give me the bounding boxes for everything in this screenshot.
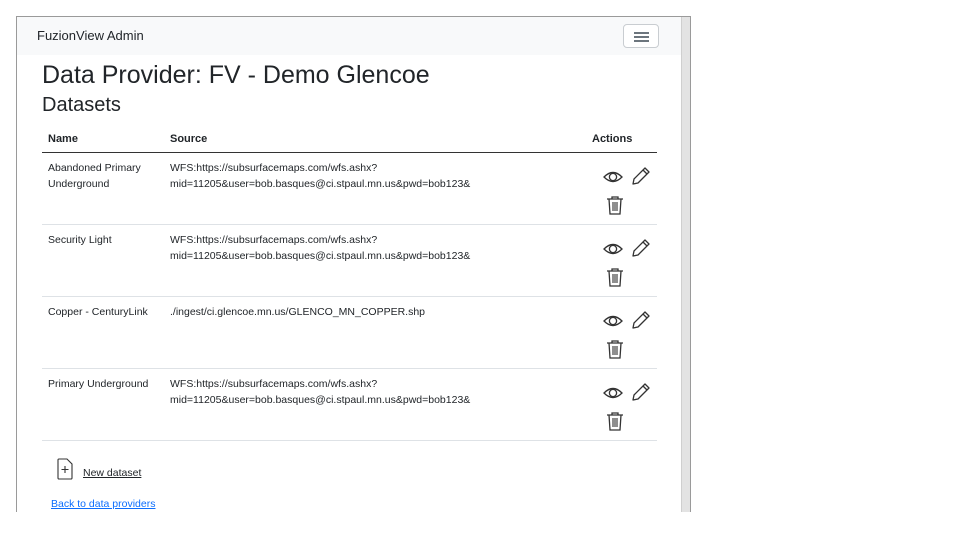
delete-trash-icon[interactable]	[604, 338, 626, 360]
delete-trash-icon[interactable]	[604, 194, 626, 216]
section-heading-datasets: Datasets	[42, 94, 121, 116]
edit-pencil-icon[interactable]	[630, 237, 652, 259]
table-row: Copper - CenturyLink ./ingest/ci.glencoe.…	[42, 296, 657, 369]
dataset-source: WFS:https://subsurfacemaps.com/wfs.ashx?…	[164, 152, 586, 225]
dataset-source: ./ingest/ci.glencoe.mn.us/GLENCO_MN_COPP…	[164, 296, 586, 369]
dataset-source: WFS:https://subsurfacemaps.com/wfs.ashx?…	[164, 224, 586, 297]
dataset-name: Copper - CenturyLink	[42, 296, 164, 369]
dataset-name: Security Light	[42, 224, 164, 297]
view-eye-icon[interactable]	[602, 382, 624, 404]
dataset-actions	[586, 368, 657, 441]
edit-pencil-icon[interactable]	[630, 165, 652, 187]
dataset-source: WFS:https://subsurfacemaps.com/wfs.ashx?…	[164, 368, 586, 441]
view-eye-icon[interactable]	[602, 310, 624, 332]
edit-pencil-icon[interactable]	[630, 381, 652, 403]
table-header-row: Name Source Actions	[42, 128, 657, 153]
column-header-source: Source	[164, 128, 586, 153]
browser-viewport: FuzionView Admin Data Provider: FV - Dem…	[16, 16, 691, 512]
navbar-brand[interactable]: FuzionView Admin	[37, 28, 144, 43]
column-header-actions: Actions	[586, 128, 657, 153]
scrollbar[interactable]	[681, 17, 690, 512]
navbar: FuzionView Admin	[17, 17, 683, 55]
dataset-name: Primary Underground	[42, 368, 164, 441]
delete-trash-icon[interactable]	[604, 410, 626, 432]
view-eye-icon[interactable]	[602, 166, 624, 188]
page-title: Data Provider: FV - Demo Glencoe	[42, 61, 430, 89]
table-row: Abandoned Primary Underground WFS:https:/…	[42, 152, 657, 225]
table-row: Primary Underground WFS:https://subsurfac…	[42, 368, 657, 441]
new-dataset-control[interactable]: New dataset	[57, 458, 207, 482]
hamburger-menu-icon	[634, 32, 649, 34]
delete-trash-icon[interactable]	[604, 266, 626, 288]
table-row: Security Light WFS:https://subsurfacemaps…	[42, 224, 657, 297]
dataset-actions	[586, 224, 657, 297]
datasets-table: Name Source Actions Abandoned Primary Un…	[42, 128, 657, 441]
navbar-toggler-button[interactable]	[623, 24, 659, 48]
file-plus-icon[interactable]	[57, 458, 73, 480]
dataset-actions	[586, 152, 657, 225]
new-dataset-link[interactable]: New dataset	[83, 467, 141, 479]
dataset-name: Abandoned Primary Underground	[42, 152, 164, 225]
back-to-data-providers-link[interactable]: Back to data providers	[51, 498, 155, 510]
edit-pencil-icon[interactable]	[630, 309, 652, 331]
dataset-actions	[586, 296, 657, 369]
column-header-name: Name	[42, 128, 164, 153]
view-eye-icon[interactable]	[602, 238, 624, 260]
